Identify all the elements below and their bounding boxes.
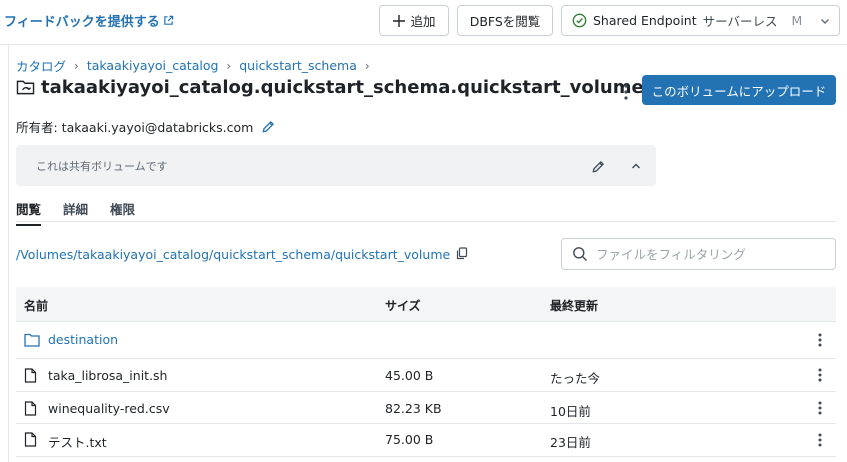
- file-icon: [24, 401, 37, 416]
- pencil-icon[interactable]: [261, 119, 276, 134]
- file-icon: [24, 368, 37, 383]
- table-header: 名前 サイズ 最終更新: [16, 287, 836, 322]
- breadcrumb-item-schema[interactable]: quickstart_schema: [239, 58, 357, 73]
- sidebar-divider: [8, 45, 9, 462]
- add-button[interactable]: 追加: [379, 5, 449, 36]
- row-menu-icon[interactable]: [816, 367, 824, 383]
- file-size: 75.00 B: [385, 432, 434, 447]
- file-size: 82.23 KB: [385, 401, 442, 416]
- external-link-icon: [163, 15, 174, 26]
- add-label: 追加: [410, 14, 436, 29]
- upload-label: このボリュームにアップロード: [651, 83, 827, 99]
- file-modified: 23日前: [550, 435, 591, 450]
- file-name-link[interactable]: destination: [48, 332, 118, 347]
- folder-icon: [24, 333, 40, 347]
- header-divider: [0, 44, 847, 45]
- table-row[interactable]: destination: [16, 322, 836, 359]
- row-menu-icon[interactable]: [816, 400, 824, 416]
- feedback-label: フィードバックを提供する: [4, 15, 160, 30]
- table-row[interactable]: winequality-red.csv 82.23 KB 10日前: [16, 392, 836, 424]
- column-header-size[interactable]: サイズ: [385, 297, 421, 314]
- file-size: 45.00 B: [385, 368, 434, 383]
- upload-to-volume-button[interactable]: このボリュームにアップロード: [642, 75, 836, 105]
- breadcrumb-separator: ›: [226, 58, 232, 73]
- endpoint-selector[interactable]: Shared Endpoint サーバーレス M: [561, 5, 840, 36]
- row-menu-icon[interactable]: [816, 332, 824, 348]
- row-menu-icon[interactable]: [816, 432, 824, 448]
- copy-icon[interactable]: [456, 247, 468, 260]
- edit-comment-icon[interactable]: [591, 159, 606, 174]
- breadcrumb-separator: ›: [74, 58, 79, 73]
- breadcrumb-item-catalog-root[interactable]: カタログ: [16, 56, 66, 75]
- volume-icon: [16, 79, 35, 96]
- comment-text: これは共有ボリュームです: [36, 160, 168, 173]
- page-title: takaakiyayoi_catalog.quickstart_schema.q…: [41, 77, 644, 98]
- file-icon: [24, 432, 37, 447]
- more-options-icon[interactable]: [618, 83, 634, 101]
- file-modified: 10日前: [550, 404, 591, 419]
- file-name[interactable]: winequality-red.csv: [48, 401, 170, 416]
- file-modified: たった今: [550, 371, 601, 386]
- column-header-name[interactable]: 名前: [24, 297, 48, 314]
- endpoint-size: M: [791, 13, 803, 28]
- breadcrumb-item-catalog[interactable]: takaakiyayoi_catalog: [87, 58, 219, 73]
- breadcrumb-separator: ›: [364, 58, 370, 73]
- chevron-up-icon[interactable]: [630, 161, 642, 171]
- file-name[interactable]: テスト.txt: [48, 432, 107, 451]
- check-circle-icon: [572, 13, 587, 28]
- page-header: takaakiyayoi_catalog.quickstart_schema.q…: [16, 77, 644, 98]
- breadcrumb: カタログ › takaakiyayoi_catalog › quickstart…: [16, 56, 370, 75]
- owner-label: 所有者: takaaki.yayoi@databricks.com: [16, 120, 254, 135]
- feedback-link[interactable]: フィードバックを提供する: [4, 11, 174, 30]
- plus-icon: [392, 14, 406, 28]
- owner-row: 所有者: takaaki.yayoi@databricks.com: [16, 117, 276, 136]
- table-row[interactable]: taka_librosa_init.sh 45.00 B たった今: [16, 359, 836, 392]
- chevron-down-icon: [819, 15, 831, 27]
- endpoint-name: Shared Endpoint: [593, 13, 697, 28]
- filter-files-field[interactable]: [561, 238, 836, 270]
- filter-files-input[interactable]: [596, 246, 816, 262]
- volume-path[interactable]: /Volumes/takaakiyayoi_catalog/quickstart…: [16, 247, 450, 262]
- search-icon: [572, 246, 588, 262]
- table-row[interactable]: テスト.txt 75.00 B 23日前: [16, 424, 836, 457]
- browse-dbfs-button[interactable]: DBFSを閲覧: [457, 5, 553, 36]
- tab-divider: [16, 221, 836, 222]
- column-header-modified[interactable]: 最終更新: [550, 297, 598, 314]
- comment-panel: これは共有ボリュームです: [16, 145, 656, 186]
- browse-dbfs-label: DBFSを閲覧: [469, 14, 541, 29]
- endpoint-type: サーバーレス: [702, 14, 778, 29]
- file-name[interactable]: taka_librosa_init.sh: [48, 368, 167, 383]
